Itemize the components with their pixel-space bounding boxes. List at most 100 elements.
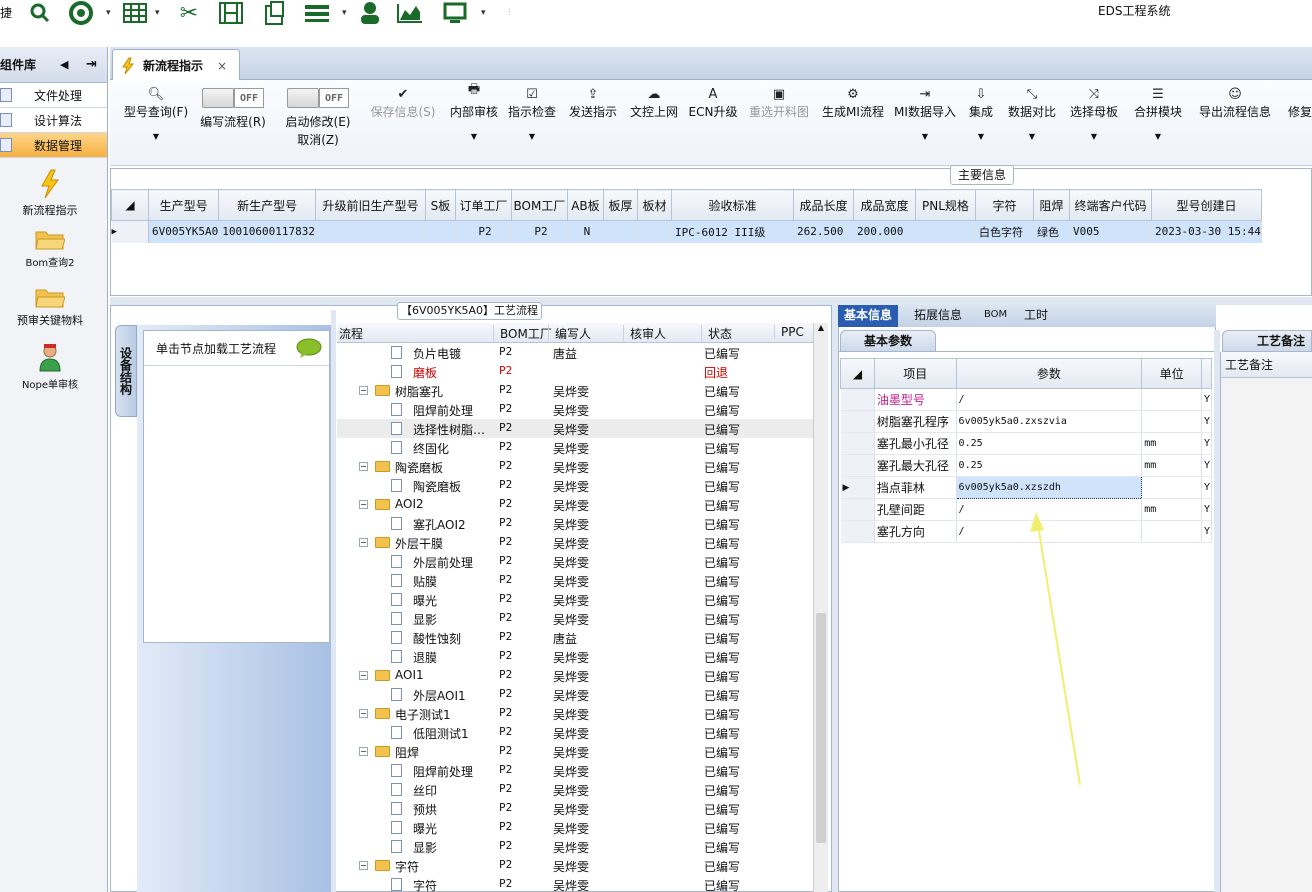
tree-row[interactable]: 负片电镀 P2 唐益 已编写: [337, 343, 813, 362]
tab-work-hours[interactable]: 工时: [1018, 305, 1054, 327]
tab-bom[interactable]: BOM: [978, 305, 1013, 327]
search-icon[interactable]: [28, 0, 52, 26]
table-cell[interactable]: 10010600117832: [218, 220, 316, 243]
chevron-down-icon[interactable]: ▾: [481, 8, 486, 18]
toolbar-button-6[interactable]: ▣ 重选开料图: [742, 80, 816, 166]
column-header[interactable]: 字符: [974, 189, 1034, 221]
table-cell[interactable]: [637, 220, 672, 243]
table-cell[interactable]: [915, 220, 976, 243]
film-icon[interactable]: [216, 0, 246, 26]
param-value[interactable]: /: [956, 388, 1143, 411]
node-loader-box[interactable]: 单击节点加载工艺流程: [143, 330, 330, 643]
toolbar-button-8[interactable]: ⇥ MI数据导入 ▼: [890, 80, 960, 166]
collapse-icon[interactable]: −: [359, 744, 368, 758]
toolbar-button-14[interactable]: 修复: [1280, 80, 1312, 166]
tab-new-flow[interactable]: 新流程指示 ×: [112, 49, 240, 81]
column-header[interactable]: PNL规格: [914, 189, 976, 221]
tree-row[interactable]: 显影 P2 吴烨雯 已编写: [337, 609, 813, 628]
table-cell[interactable]: P2: [455, 220, 512, 243]
table-row[interactable]: 油墨型号 / Y: [840, 388, 1213, 411]
chevron-down-icon[interactable]: ▾: [342, 8, 347, 18]
sidebar-item-file[interactable]: 文件处理: [0, 83, 107, 108]
tree-row[interactable]: − 阻焊 P2 吴烨雯 已编写: [337, 742, 813, 761]
tab-equipment-structure[interactable]: 设备结构: [115, 325, 137, 417]
splitter[interactable]: [331, 310, 336, 892]
tree-row[interactable]: − 树脂塞孔 P2 吴烨雯 已编写: [337, 381, 813, 400]
column-header[interactable]: 板厚: [602, 189, 638, 221]
column-header[interactable]: 生产型号: [147, 189, 220, 221]
table-cell[interactable]: P2: [511, 220, 568, 243]
table-row[interactable]: 塞孔最小孔径 0.25 mm Y: [840, 432, 1213, 455]
toolbar-button-2[interactable]: ☑ 指示检查 ▼: [502, 80, 562, 166]
param-value[interactable]: 0.25: [956, 454, 1143, 477]
tree-row[interactable]: 退膜 P2 吴烨雯 已编写: [337, 647, 813, 666]
column-header[interactable]: 成品宽度: [852, 189, 916, 221]
table-row[interactable]: 树脂塞孔程序 6v005yk5a0.zxszvia Y: [840, 410, 1213, 433]
table-cell[interactable]: [603, 220, 638, 243]
collapse-icon[interactable]: −: [359, 383, 368, 397]
module-pre-review[interactable]: 预审关键物料: [0, 285, 100, 337]
tree-row[interactable]: 曝光 P2 吴烨雯 已编写: [337, 590, 813, 609]
toolbar-button-13[interactable]: ☺ 导出流程信息: [1190, 80, 1280, 166]
list-icon[interactable]: [302, 0, 332, 26]
user-icon[interactable]: [355, 0, 385, 26]
tree-row[interactable]: − 字符 P2 吴烨雯 已编写: [337, 856, 813, 875]
start-modify-toggle[interactable]: OFF 启动修改(E) 取消(Z): [276, 80, 360, 166]
table-cell[interactable]: V005: [1069, 220, 1152, 243]
tree-row[interactable]: − AOI1 P2 吴烨雯 已编写: [337, 666, 813, 685]
tree-row[interactable]: 塞孔AOI2 P2 吴烨雯 已编写: [337, 514, 813, 533]
table-cell[interactable]: 2023-03-30 15:44: [1151, 220, 1262, 243]
chevron-down-icon[interactable]: ▾: [106, 8, 111, 18]
cancel-button[interactable]: 取消(Z): [297, 131, 339, 148]
table-cell[interactable]: 绿色: [1033, 220, 1070, 243]
pin-icon[interactable]: ⇥: [86, 57, 97, 72]
param-value[interactable]: 6v005yk5a0.zxszvia: [956, 410, 1143, 433]
clipboard-icon[interactable]: [260, 0, 290, 26]
module-nope-review[interactable]: Nope单审核: [0, 343, 100, 395]
tree-row[interactable]: 曝光 P2 吴烨雯 已编写: [337, 818, 813, 837]
collapse-icon[interactable]: −: [359, 858, 368, 872]
tree-row[interactable]: − 电子测试1 P2 吴烨雯 已编写: [337, 704, 813, 723]
vertical-scrollbar[interactable]: ▲: [813, 323, 828, 892]
tree-row[interactable]: 酸性蚀刻 P2 唐益 已编写: [337, 628, 813, 647]
column-header[interactable]: 验收标准: [670, 189, 794, 221]
table-cell[interactable]: 白色字符: [975, 220, 1034, 243]
tree-row[interactable]: 字符 P2 吴烨雯 已编写: [337, 875, 813, 892]
monitor-icon[interactable]: [440, 0, 470, 26]
collapse-icon[interactable]: −: [359, 497, 368, 511]
param-value[interactable]: 6v005yk5a0.xzszdh: [955, 476, 1143, 499]
chart-icon[interactable]: [394, 0, 426, 26]
table-cell[interactable]: 6V005YK5A0: [148, 220, 220, 243]
tree-row[interactable]: − 外层干膜 P2 吴烨雯 已编写: [337, 533, 813, 552]
table-cell[interactable]: [315, 220, 426, 243]
chevron-down-icon[interactable]: ▾: [155, 8, 160, 18]
table-cell[interactable]: 200.000: [853, 220, 916, 243]
table-cell[interactable]: 262.500: [793, 220, 854, 243]
tree-row[interactable]: 阻焊前处理 P2 吴烨雯 已编写: [337, 400, 813, 419]
column-header[interactable]: BOM工厂: [510, 189, 568, 221]
toolbar-button-4[interactable]: ☁ 文控上网: [624, 80, 684, 166]
module-bom-query[interactable]: Bom查询2: [0, 227, 100, 279]
collapse-icon[interactable]: −: [359, 459, 368, 473]
scissors-icon[interactable]: ✂: [174, 0, 204, 26]
param-value[interactable]: 0.25: [956, 432, 1143, 455]
tree-row[interactable]: − AOI2 P2 吴烨雯 已编写: [337, 495, 813, 514]
lifebuoy-icon[interactable]: [66, 0, 96, 26]
tab-basic-info[interactable]: 基本信息: [838, 305, 899, 327]
toolbar-button-0[interactable]: ✔ 保存信息(S): [360, 80, 446, 166]
tree-row[interactable]: 预烘 P2 吴烨雯 已编写: [337, 799, 813, 818]
column-header[interactable]: 订单工厂: [454, 189, 512, 221]
tree-row[interactable]: 陶瓷磨板 P2 吴烨雯 已编写: [337, 476, 813, 495]
toolbar-button-11[interactable]: ⤨ 选择母板 ▼: [1062, 80, 1126, 166]
column-header[interactable]: S板: [424, 189, 456, 221]
toolbar-button-3[interactable]: ⇪ 发送指示: [562, 80, 624, 166]
column-header[interactable]: 型号创建日: [1150, 189, 1262, 221]
tab-extended-info[interactable]: 拓展信息: [908, 305, 968, 327]
table-icon[interactable]: [120, 0, 150, 26]
column-header[interactable]: AB板: [566, 189, 604, 221]
customize-icon[interactable]: ⫶: [508, 8, 510, 18]
toolbar-button-7[interactable]: ⚙ 生成MI流程: [816, 80, 890, 166]
tree-row[interactable]: 贴膜 P2 吴烨雯 已编写: [337, 571, 813, 590]
column-header[interactable]: 新生产型号: [218, 189, 316, 221]
collapse-icon[interactable]: −: [359, 668, 368, 682]
